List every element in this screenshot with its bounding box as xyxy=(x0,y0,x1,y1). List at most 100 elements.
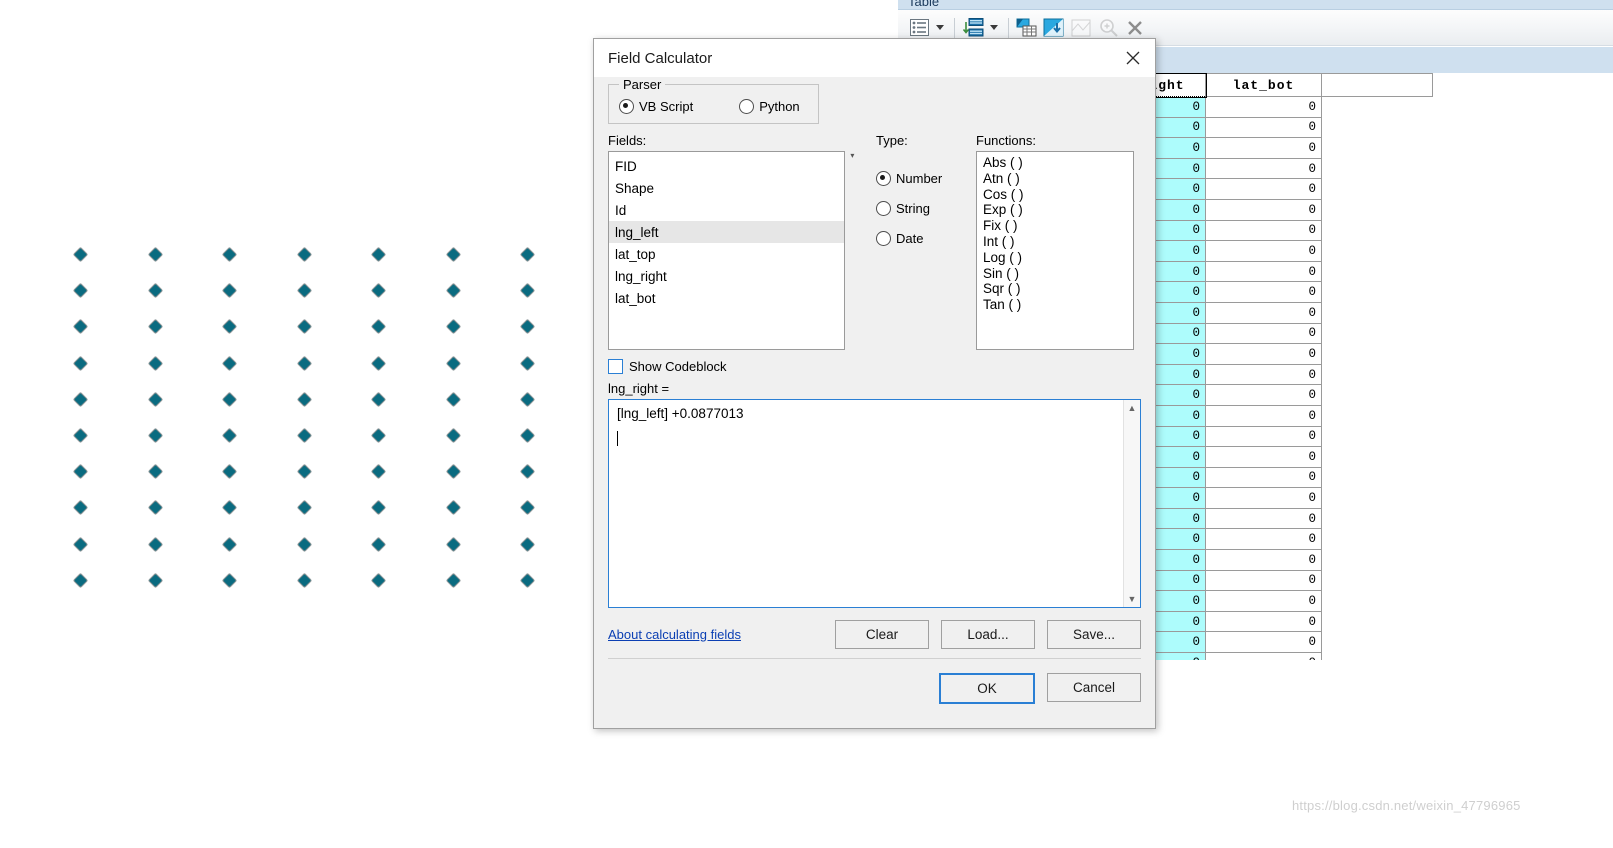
map-point[interactable] xyxy=(370,355,387,371)
map-point[interactable] xyxy=(221,572,238,589)
table-cell[interactable]: 0 xyxy=(1205,158,1322,180)
clear-selection-button[interactable] xyxy=(1122,15,1148,41)
function-list-item[interactable]: Atn ( ) xyxy=(977,171,1133,187)
expression-textarea[interactable]: [lng_left] +0.0877013 ▲ ▼ xyxy=(608,399,1141,608)
scroll-down-arrow-icon[interactable]: ▼ xyxy=(1124,591,1140,607)
functions-listbox[interactable]: Abs ( ) Atn ( ) Cos ( ) Exp ( ) Fix ( ) Int (… xyxy=(976,151,1134,350)
fields-scrollbar[interactable]: ▾ xyxy=(846,151,858,345)
function-list-item[interactable]: Int ( ) xyxy=(977,234,1133,250)
map-point[interactable] xyxy=(221,391,238,408)
map-point[interactable] xyxy=(72,536,89,552)
map-point[interactable] xyxy=(221,246,238,263)
map-point[interactable] xyxy=(72,282,89,299)
map-point[interactable] xyxy=(445,500,461,516)
map-point[interactable] xyxy=(370,536,387,552)
table-cell[interactable]: 0 xyxy=(1205,467,1322,489)
related-tables-dropdown[interactable] xyxy=(987,15,1001,41)
field-list-item[interactable]: Shape xyxy=(609,177,844,199)
map-point[interactable] xyxy=(221,463,238,480)
map-point[interactable] xyxy=(221,355,238,371)
dialog-titlebar[interactable]: Field Calculator xyxy=(594,39,1155,77)
map-point[interactable] xyxy=(221,427,238,444)
column-header-lat-bot[interactable]: lat_bot xyxy=(1205,73,1322,97)
map-point[interactable] xyxy=(147,427,163,444)
map-point[interactable] xyxy=(147,282,163,299)
map-point[interactable] xyxy=(445,355,461,371)
table-cell[interactable]: 0 xyxy=(1205,652,1322,660)
field-list-item[interactable]: lat_bot xyxy=(609,287,844,309)
close-icon[interactable] xyxy=(1110,39,1155,77)
map-point[interactable] xyxy=(370,427,387,444)
table-cell[interactable]: 0 xyxy=(1205,96,1322,118)
map-point[interactable] xyxy=(72,355,89,371)
map-point[interactable] xyxy=(72,427,89,444)
table-cell[interactable]: 0 xyxy=(1205,405,1322,427)
function-list-item[interactable]: Tan ( ) xyxy=(977,297,1133,313)
map-point[interactable] xyxy=(519,391,536,408)
function-list-item[interactable]: Exp ( ) xyxy=(977,202,1133,218)
map-point[interactable] xyxy=(72,246,89,263)
map-point[interactable] xyxy=(519,536,536,552)
map-point[interactable] xyxy=(72,463,89,480)
map-point[interactable] xyxy=(445,572,461,589)
map-point[interactable] xyxy=(147,536,163,552)
fields-listbox[interactable]: FID Shape Id lng_left lat_top lng_right lat_bo… xyxy=(608,151,846,350)
map-point[interactable] xyxy=(296,391,312,408)
clear-button[interactable]: Clear xyxy=(835,619,929,649)
map-point[interactable] xyxy=(519,282,536,299)
function-list-item[interactable]: Sqr ( ) xyxy=(977,281,1133,297)
save-button[interactable]: Save... xyxy=(1047,619,1141,649)
type-option-date[interactable]: Date xyxy=(876,231,976,246)
map-point[interactable] xyxy=(72,319,89,335)
map-point[interactable] xyxy=(370,463,387,480)
about-calculating-fields-link[interactable]: About calculating fields xyxy=(608,627,741,642)
table-cell[interactable]: 0 xyxy=(1205,323,1322,345)
map-point[interactable] xyxy=(147,572,163,589)
map-point[interactable] xyxy=(519,427,536,444)
table-cell[interactable]: 0 xyxy=(1205,590,1322,612)
map-point[interactable] xyxy=(72,572,89,589)
field-list-item[interactable]: lng_right xyxy=(609,265,844,287)
table-cell[interactable]: 0 xyxy=(1205,199,1322,221)
map-point[interactable] xyxy=(296,319,312,335)
map-point[interactable] xyxy=(221,319,238,335)
field-list-item[interactable]: FID xyxy=(609,155,844,177)
table-cell[interactable]: 0 xyxy=(1205,446,1322,468)
map-point[interactable] xyxy=(370,319,387,335)
map-point[interactable] xyxy=(370,500,387,516)
select-by-attributes-button[interactable] xyxy=(1014,15,1040,41)
map-point[interactable] xyxy=(147,246,163,263)
map-point[interactable] xyxy=(519,500,536,516)
table-cell[interactable]: 0 xyxy=(1205,487,1322,509)
table-cell[interactable]: 0 xyxy=(1205,302,1322,324)
function-list-item[interactable]: Log ( ) xyxy=(977,250,1133,266)
field-list-item[interactable]: lng_left xyxy=(609,221,845,243)
table-cell[interactable]: 0 xyxy=(1205,240,1322,262)
function-list-item[interactable]: Abs ( ) xyxy=(977,155,1133,171)
map-point[interactable] xyxy=(519,463,536,480)
parser-option-vbscript[interactable]: VB Script xyxy=(619,99,693,114)
table-cell[interactable]: 0 xyxy=(1205,508,1322,530)
table-cell[interactable]: 0 xyxy=(1205,178,1322,200)
table-cell[interactable]: 0 xyxy=(1205,631,1322,654)
map-point[interactable] xyxy=(519,572,536,589)
field-list-item[interactable]: Id xyxy=(609,199,844,221)
table-cell[interactable]: 0 xyxy=(1205,364,1322,386)
table-cell[interactable]: 0 xyxy=(1205,426,1322,448)
show-codeblock-row[interactable]: Show Codeblock xyxy=(608,359,1141,374)
ok-button[interactable]: OK xyxy=(939,673,1035,704)
table-cell[interactable]: 0 xyxy=(1205,261,1322,283)
map-point[interactable] xyxy=(370,572,387,589)
map-point[interactable] xyxy=(147,319,163,335)
field-list-item[interactable]: lat_top xyxy=(609,243,844,265)
map-point[interactable] xyxy=(221,536,238,552)
map-point[interactable] xyxy=(72,391,89,408)
table-cell[interactable]: 0 xyxy=(1205,220,1322,242)
related-tables-button[interactable] xyxy=(960,15,986,41)
cancel-button[interactable]: Cancel xyxy=(1047,673,1141,702)
parser-option-python[interactable]: Python xyxy=(739,99,800,114)
zoom-to-selected-button[interactable] xyxy=(1068,15,1094,41)
table-cell[interactable]: 0 xyxy=(1205,549,1322,571)
map-point[interactable] xyxy=(296,282,312,299)
map-point[interactable] xyxy=(296,246,312,263)
